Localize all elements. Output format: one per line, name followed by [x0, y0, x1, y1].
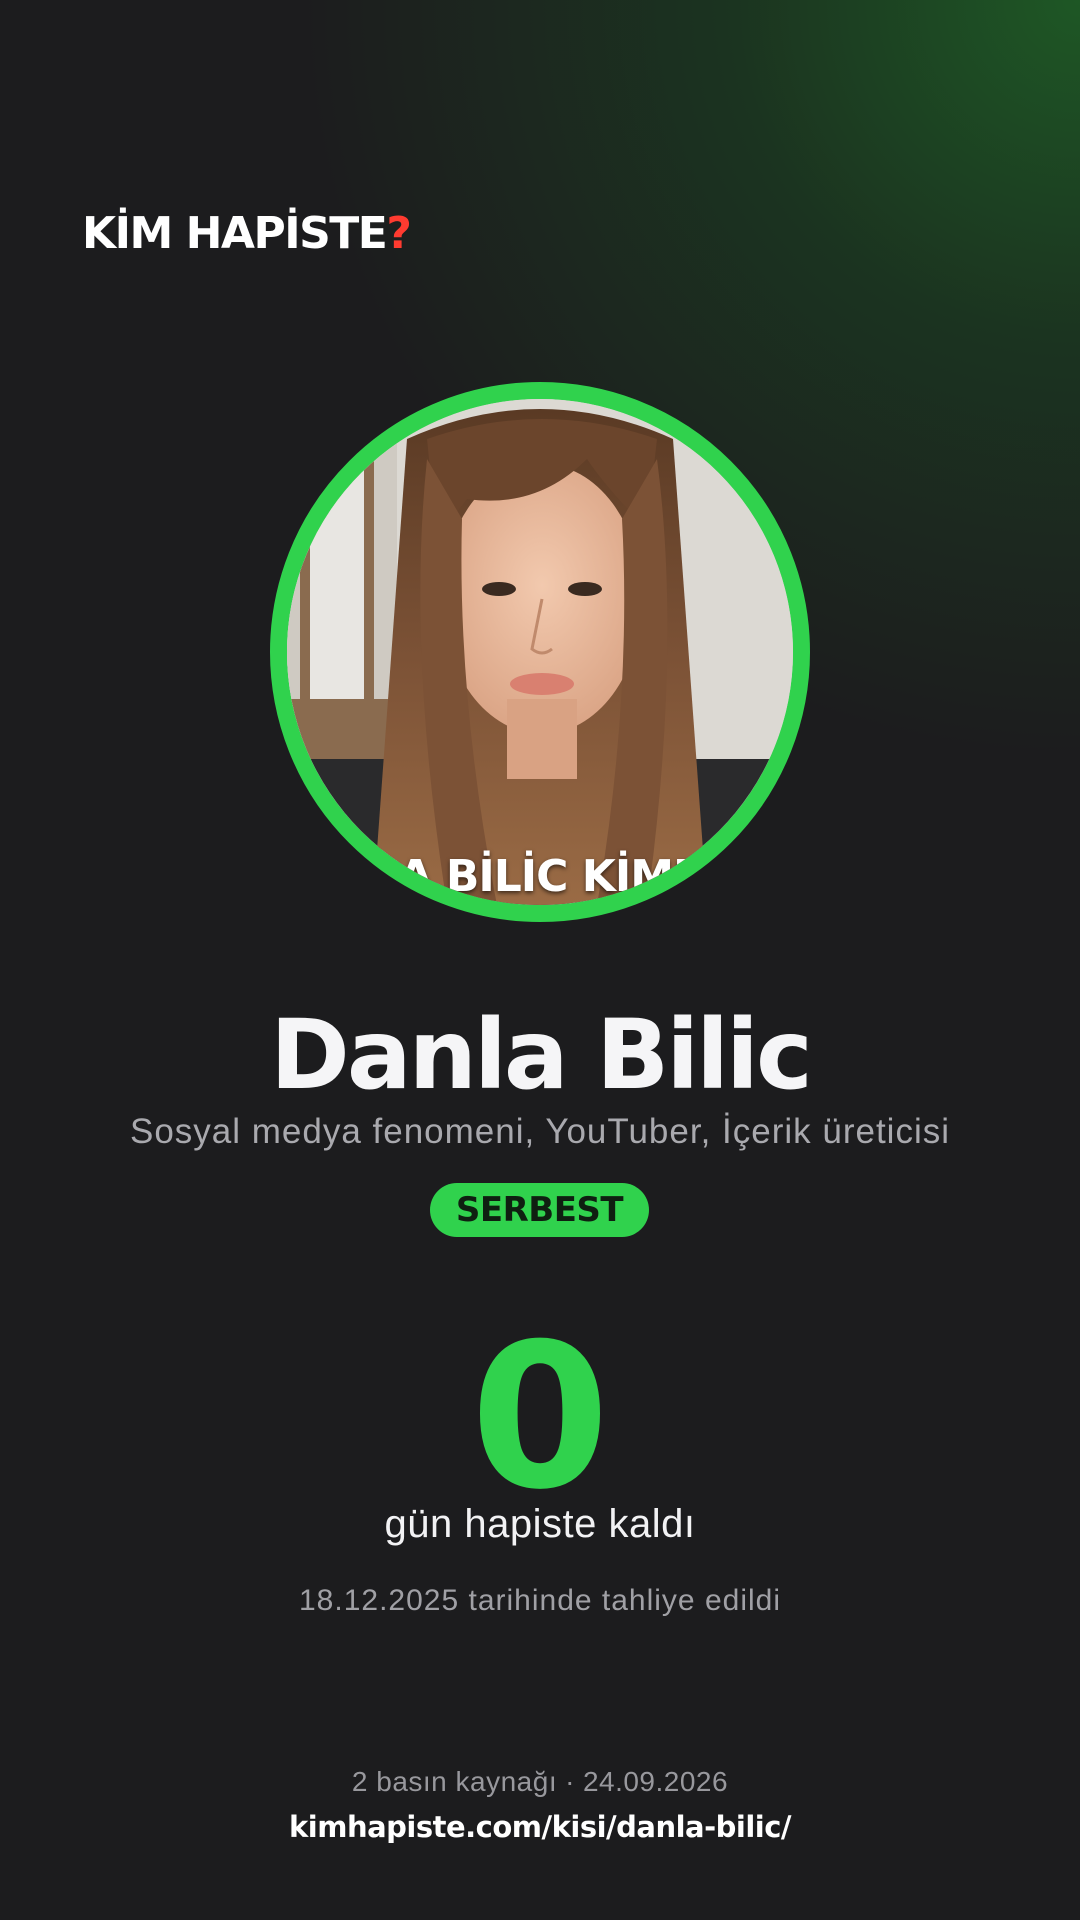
days-counter-label: gün hapiste kaldı	[384, 1502, 696, 1546]
photo-caption: LA BİLİC KİMD	[371, 851, 709, 902]
portrait-image	[287, 399, 793, 905]
brand-question-mark: ?	[386, 208, 412, 259]
sources-count: 2 basın kaynağı	[351, 1766, 558, 1797]
footer-meta: 2 basın kaynağı · 24.09.2026	[0, 1766, 1080, 1798]
footer-date: 24.09.2026	[582, 1766, 729, 1797]
share-card: KİM HAPİSTE? LA BİLİC KİMD Danla Bilic S…	[0, 0, 1080, 1920]
profile-url-link[interactable]: kimhapiste.com/kisi/danla-bilic/	[0, 1810, 1080, 1844]
status-badge: SERBEST	[430, 1183, 649, 1237]
person-occupation: Sosyal medya fenomeni, YouTuber, İçerik …	[129, 1112, 951, 1151]
brand-name: KİM HAPİSTE	[82, 208, 388, 259]
profile-photo: LA BİLİC KİMD	[270, 382, 810, 922]
person-name: Danla Bilic	[270, 999, 813, 1111]
brand-logo[interactable]: KİM HAPİSTE?	[82, 212, 412, 256]
release-note: 18.12.2025 tarihinde tahliye edildi	[299, 1584, 781, 1617]
footer-separator: ·	[565, 1766, 575, 1797]
days-counter: 0	[470, 1301, 610, 1534]
